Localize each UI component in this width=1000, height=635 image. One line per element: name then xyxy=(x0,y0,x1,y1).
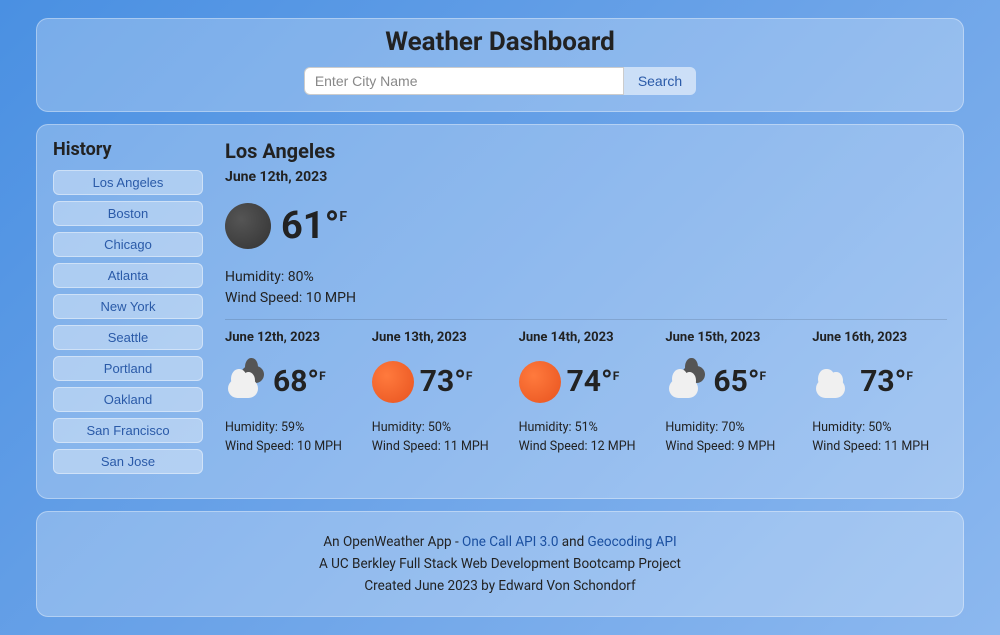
forecast-temp: 73° xyxy=(420,367,466,397)
current-temp: 61° xyxy=(281,207,339,245)
forecast-day: June 13th, 2023 73°F Humidity: 50%Wind Spe… xyxy=(372,330,507,457)
forecast-humidity: Humidity: 51% xyxy=(519,419,654,438)
forecast-date: June 12th, 2023 xyxy=(225,330,360,345)
forecast-meta: Humidity: 70%Wind Speed: 9 MPH xyxy=(665,419,800,457)
sun-icon xyxy=(519,361,561,403)
current-weather-icon xyxy=(225,203,271,249)
sun-icon xyxy=(372,361,414,403)
forecast-humidity: Humidity: 59% xyxy=(225,419,360,438)
forecast-humidity: Humidity: 70% xyxy=(665,419,800,438)
history-item[interactable]: Portland xyxy=(53,356,203,381)
current-temp-row: 61° F xyxy=(225,203,947,249)
history-panel: History Los Angeles Boston Chicago Atlanta N… xyxy=(53,139,213,480)
forecast-temp-row: 65°F xyxy=(665,361,800,403)
forecast-date: June 15th, 2023 xyxy=(665,330,800,345)
history-item[interactable]: Oakland xyxy=(53,387,203,412)
current-humidity: Humidity: 80% xyxy=(225,267,947,288)
main-card: History Los Angeles Boston Chicago Atlanta N… xyxy=(36,124,964,499)
history-item[interactable]: Atlanta xyxy=(53,263,203,288)
forecast-temp: 65° xyxy=(713,367,759,397)
forecast-temp-unit: F xyxy=(466,369,473,383)
forecast-temp-unit: F xyxy=(906,369,913,383)
history-title: History xyxy=(53,139,213,160)
forecast-meta: Humidity: 50%Wind Speed: 11 MPH xyxy=(372,419,507,457)
forecast-day: June 12th, 2023 68°F Humidity: 59%Wind Spe… xyxy=(225,330,360,457)
cloud-dark-icon xyxy=(665,361,707,403)
forecast-wind: Wind Speed: 11 MPH xyxy=(812,438,947,457)
forecast-wind: Wind Speed: 12 MPH xyxy=(519,438,654,457)
forecast-humidity: Humidity: 50% xyxy=(372,419,507,438)
weather-content: Los Angeles June 12th, 2023 61° F Humidi… xyxy=(213,139,947,480)
cloud-dark-icon xyxy=(225,361,267,403)
forecast-temp-row: 73°F xyxy=(372,361,507,403)
current-meta: Humidity: 80% Wind Speed: 10 MPH xyxy=(225,267,947,309)
cloud-icon xyxy=(812,361,854,403)
header-card: Weather Dashboard Search xyxy=(36,18,964,112)
forecast-wind: Wind Speed: 11 MPH xyxy=(372,438,507,457)
forecast-date: June 16th, 2023 xyxy=(812,330,947,345)
forecast-temp-unit: F xyxy=(760,369,767,383)
forecast-temp-row: 68°F xyxy=(225,361,360,403)
forecast-temp-unit: F xyxy=(613,369,620,383)
forecast-day: June 15th, 2023 65°F Humidity: 70%Wind Spe… xyxy=(665,330,800,457)
forecast-meta: Humidity: 50%Wind Speed: 11 MPH xyxy=(812,419,947,457)
forecast-row: June 12th, 202368°FHumidity: 59%Wind Spe… xyxy=(225,330,947,457)
footer-line-2: A UC Berkley Full Stack Web Development … xyxy=(53,556,947,572)
search-row: Search xyxy=(53,67,947,95)
city-name: Los Angeles xyxy=(225,139,947,163)
forecast-meta: Humidity: 51%Wind Speed: 12 MPH xyxy=(519,419,654,457)
history-list: Los Angeles Boston Chicago Atlanta New York S… xyxy=(53,170,213,474)
history-item[interactable]: San Francisco xyxy=(53,418,203,443)
forecast-date: June 13th, 2023 xyxy=(372,330,507,345)
forecast-date: June 14th, 2023 xyxy=(519,330,654,345)
forecast-day: June 14th, 2023 74°F Humidity: 51%Wind Spe… xyxy=(519,330,654,457)
city-search-input[interactable] xyxy=(304,67,624,95)
current-wind: Wind Speed: 10 MPH xyxy=(225,288,947,309)
footer-link-geocoding[interactable]: Geocoding API xyxy=(588,534,677,550)
page-title: Weather Dashboard xyxy=(53,27,947,57)
history-item[interactable]: San Jose xyxy=(53,449,203,474)
forecast-humidity: Humidity: 50% xyxy=(812,419,947,438)
forecast-temp: 68° xyxy=(273,367,319,397)
divider xyxy=(225,319,947,320)
forecast-temp-row: 73°F xyxy=(812,361,947,403)
history-item[interactable]: Seattle xyxy=(53,325,203,350)
current-temp-block: 61° F xyxy=(281,207,347,245)
footer-link-onecall[interactable]: One Call API 3.0 xyxy=(462,534,558,550)
search-button[interactable]: Search xyxy=(624,67,696,95)
footer-card: An OpenWeather App - One Call API 3.0 an… xyxy=(36,511,964,617)
forecast-day: June 16th, 2023 73°F Humidity: 50%Wind Spe… xyxy=(812,330,947,457)
forecast-temp: 74° xyxy=(567,367,613,397)
forecast-temp-row: 74°F xyxy=(519,361,654,403)
forecast-wind: Wind Speed: 10 MPH xyxy=(225,438,360,457)
forecast-temp: 73° xyxy=(860,367,906,397)
forecast-temp-unit: F xyxy=(319,369,326,383)
history-item[interactable]: Los Angeles xyxy=(53,170,203,195)
history-item[interactable]: Chicago xyxy=(53,232,203,257)
forecast-wind: Wind Speed: 9 MPH xyxy=(665,438,800,457)
current-date: June 12th, 2023 xyxy=(225,169,947,185)
forecast-meta: Humidity: 59%Wind Speed: 10 MPH xyxy=(225,419,360,457)
history-item[interactable]: New York xyxy=(53,294,203,319)
footer-line-3: Created June 2023 by Edward Von Schondor… xyxy=(53,578,947,594)
footer-line-1: An OpenWeather App - One Call API 3.0 an… xyxy=(53,534,947,550)
current-temp-unit: F xyxy=(339,209,347,225)
history-item[interactable]: Boston xyxy=(53,201,203,226)
